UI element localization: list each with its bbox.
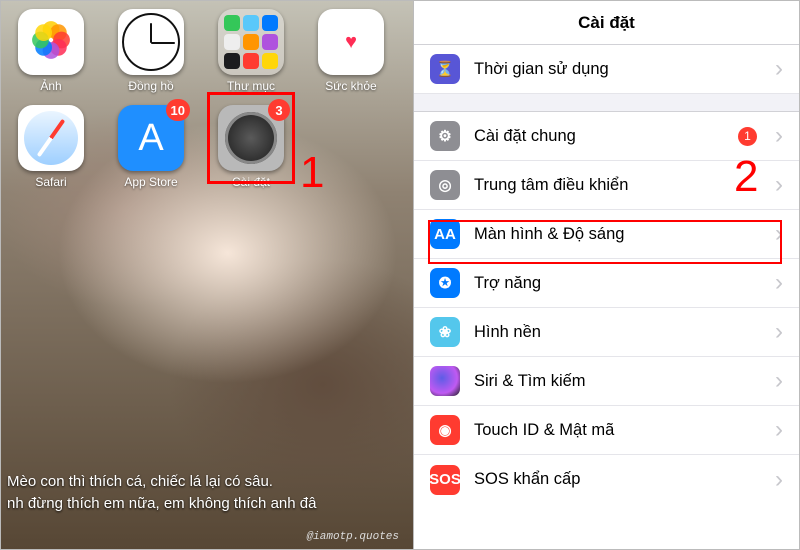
folder-mini-icon (243, 15, 259, 31)
wallpaper-watermark: @iamotp.quotes (307, 531, 399, 543)
settings-navbar: Cài đặt (414, 1, 799, 45)
sos-icon: SOS (430, 465, 460, 495)
settings-title: Cài đặt (578, 13, 635, 33)
annotation-box-step1 (207, 92, 295, 184)
chevron-right-icon: › (775, 122, 783, 150)
appstore-icon: A (138, 117, 163, 160)
folder-mini-icon (224, 34, 240, 50)
settings-list[interactable]: ⏳ Thời gian sử dụng › ⚙︎ Cài đặt chung 1… (414, 45, 799, 549)
app-safari[interactable] (18, 105, 84, 171)
folder-mini-icon (224, 53, 240, 69)
app-appstore[interactable]: A 10 (118, 105, 184, 171)
app-label: Đồng hồ (105, 79, 197, 93)
folder-mini-icon (243, 53, 259, 69)
app-label: Sức khỏe (305, 79, 397, 93)
folder-mini-icon (262, 34, 278, 50)
wallpaper-icon: ❀ (430, 317, 460, 347)
chevron-right-icon: › (775, 269, 783, 297)
accessibility-icon: ✪ (430, 268, 460, 298)
row-label: Cài đặt chung (474, 127, 724, 146)
safari-icon (24, 111, 78, 165)
settings-screen: Cài đặt ⏳ Thời gian sử dụng › ⚙︎ Cài đặt… (414, 1, 799, 549)
notification-badge: 10 (166, 99, 190, 121)
app-photos[interactable] (18, 9, 84, 75)
row-siri-search[interactable]: Siri & Tìm kiếm › (414, 357, 799, 406)
notification-badge: 1 (738, 127, 757, 146)
row-label: Siri & Tìm kiếm (474, 372, 761, 391)
app-health[interactable]: ♥ (318, 9, 384, 75)
row-touchid-passcode[interactable]: ◉ Touch ID & Mật mã › (414, 406, 799, 455)
toggles-icon: ◎ (430, 170, 460, 200)
hourglass-icon: ⏳ (430, 54, 460, 84)
ios-home-screen: quo (1, 1, 413, 549)
folder-mini-icon (262, 15, 278, 31)
row-label: Touch ID & Mật mã (474, 421, 761, 440)
app-folder[interactable] (218, 9, 284, 75)
heart-icon: ♥ (345, 31, 357, 54)
fingerprint-icon: ◉ (430, 415, 460, 445)
chevron-right-icon: › (775, 55, 783, 83)
row-label: SOS khẩn cấp (474, 470, 761, 489)
siri-icon (430, 366, 460, 396)
chevron-right-icon: › (775, 171, 783, 199)
gear-icon: ⚙︎ (430, 121, 460, 151)
app-clock[interactable] (118, 9, 184, 75)
row-label: Trợ năng (474, 274, 761, 293)
chevron-right-icon: › (775, 416, 783, 444)
row-accessibility[interactable]: ✪ Trợ năng › (414, 259, 799, 308)
folder-mini-icon (224, 15, 240, 31)
row-label: Trung tâm điều khiển (474, 176, 761, 195)
folder-mini-icon (243, 34, 259, 50)
row-wallpaper[interactable]: ❀ Hình nền › (414, 308, 799, 357)
app-label: Safari (5, 175, 97, 189)
row-emergency-sos[interactable]: SOS SOS khẩn cấp › (414, 455, 799, 504)
app-label: Thư mục (205, 79, 297, 93)
photos-icon (30, 19, 72, 66)
folder-mini-icon (262, 53, 278, 69)
row-screentime[interactable]: ⏳ Thời gian sử dụng › (414, 45, 799, 94)
chevron-right-icon: › (775, 318, 783, 346)
row-label: Thời gian sử dụng (474, 60, 761, 79)
annotation-number-2: 2 (734, 152, 758, 202)
annotation-box-step2 (428, 220, 782, 264)
app-label: Ảnh (5, 79, 97, 93)
clock-icon (122, 13, 180, 71)
section-gap (414, 94, 799, 112)
wallpaper-quote: Mèo con thì thích cá, chiếc lá lại có sâ… (1, 471, 413, 515)
row-label: Hình nền (474, 323, 761, 342)
annotation-number-1: 1 (300, 148, 324, 198)
app-label: App Store (105, 175, 197, 189)
chevron-right-icon: › (775, 367, 783, 395)
chevron-right-icon: › (775, 466, 783, 494)
